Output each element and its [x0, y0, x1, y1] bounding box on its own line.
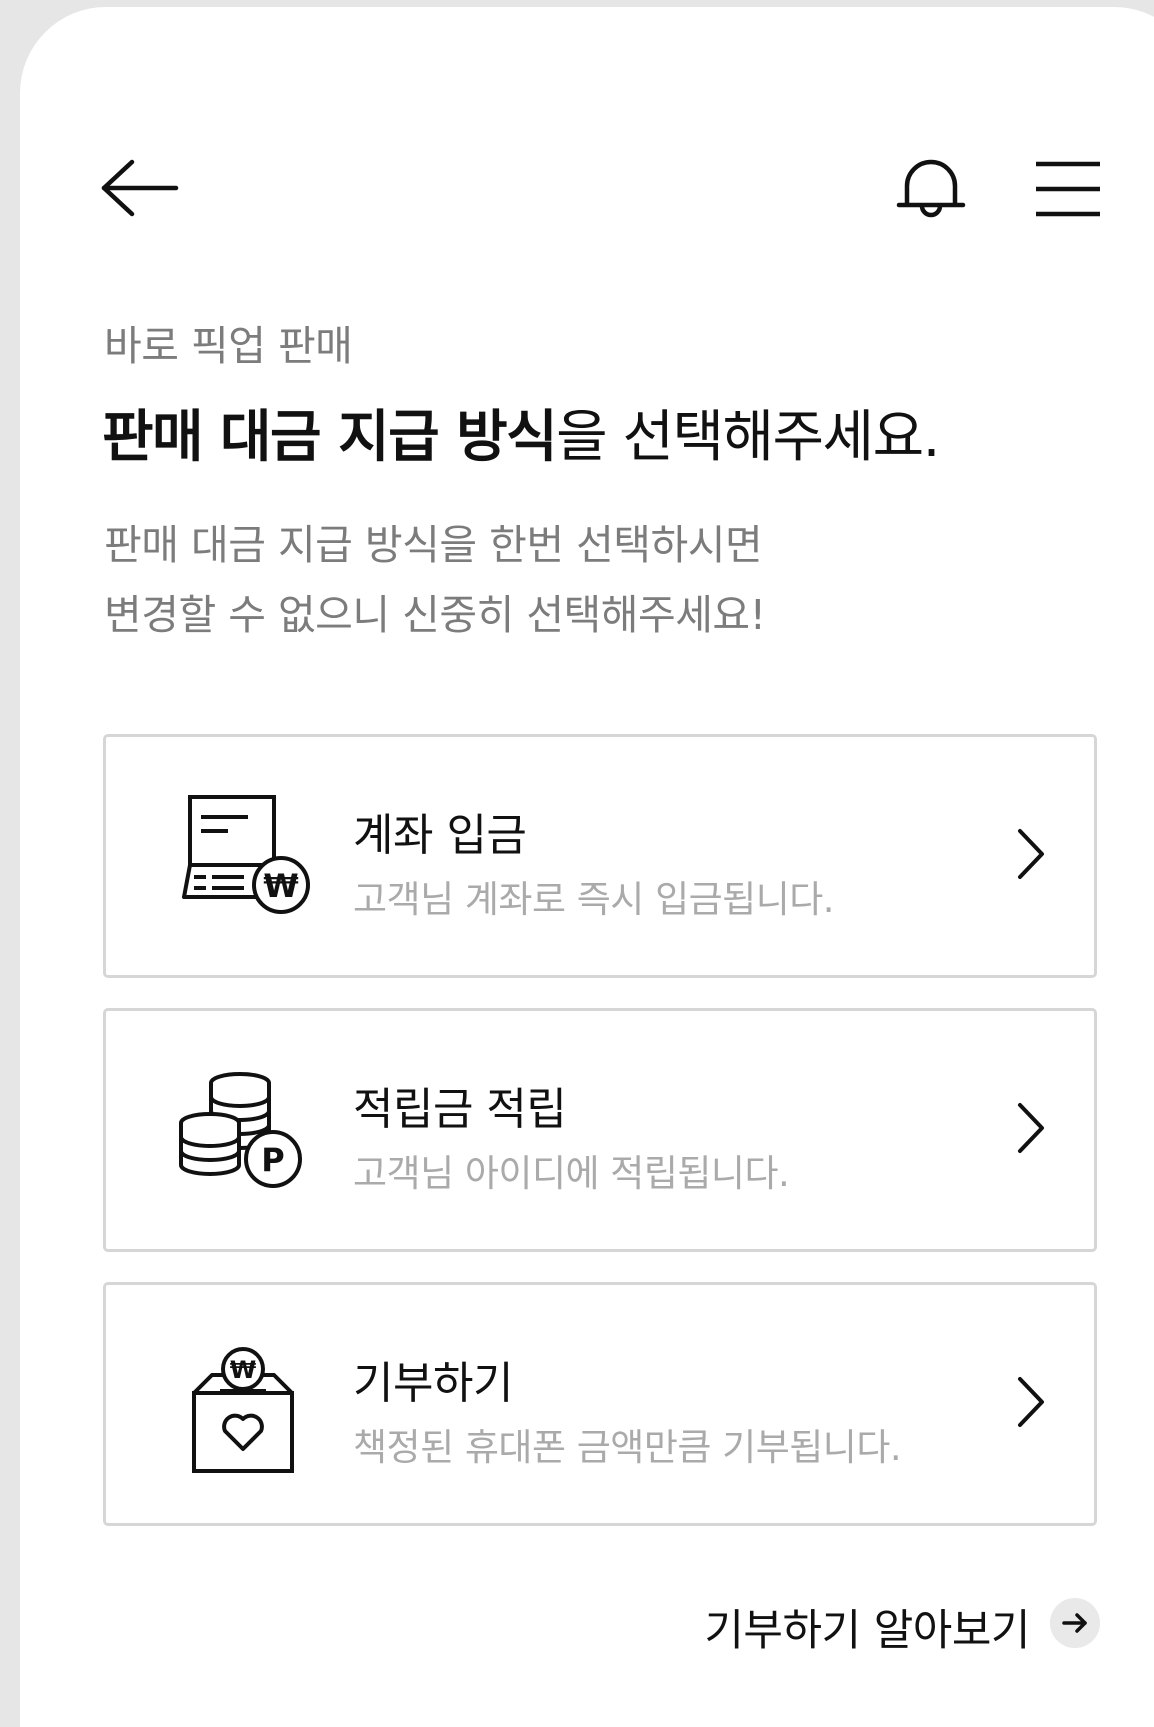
option-title: 적립금 적립	[353, 1084, 567, 1135]
bank-transfer-icon: ₩	[182, 795, 310, 914]
page-title: 판매 대금 지급 방식을 선택해주세요.	[102, 402, 940, 474]
won-badge: ₩	[230, 1356, 257, 1384]
option-subtitle: 책정된 휴대폰 금액만큼 기부됩니다.	[353, 1426, 902, 1469]
description-line-2: 변경할 수 없으니 신중히 선택해주세요!	[104, 591, 766, 639]
page-title-emphasis: 판매 대금 지급 방식	[102, 405, 558, 470]
option-bank-transfer[interactable]: ₩ 계좌 입금 고객님 계좌로 즉시 입금됩니다.	[103, 734, 1097, 978]
back-arrow-icon[interactable]	[100, 158, 180, 218]
page-title-rest: 을 선택해주세요.	[556, 405, 940, 470]
description-line-1: 판매 대금 지급 방식을 한번 선택하시면	[104, 521, 763, 569]
learn-more-label: 기부하기 알아보기	[704, 1606, 1030, 1656]
chevron-right-icon	[1018, 829, 1044, 879]
option-title: 계좌 입금	[353, 810, 527, 861]
points-badge: P	[261, 1141, 284, 1179]
hamburger-menu-icon[interactable]	[1034, 160, 1102, 218]
chevron-right-icon	[1018, 1377, 1044, 1427]
option-points[interactable]: P 적립금 적립 고객님 아이디에 적립됩니다.	[103, 1008, 1097, 1252]
donation-learn-more-link[interactable]: 기부하기 알아보기	[700, 1594, 1100, 1656]
won-badge: ₩	[263, 867, 298, 905]
arrow-right-icon	[1050, 1598, 1100, 1648]
donation-box-icon: ₩	[192, 1347, 294, 1473]
option-subtitle: 고객님 계좌로 즉시 입금됩니다.	[353, 878, 835, 921]
chevron-right-icon	[1018, 1103, 1044, 1153]
bell-icon[interactable]	[895, 152, 967, 224]
option-subtitle: 고객님 아이디에 적립됩니다.	[353, 1152, 790, 1195]
option-title: 기부하기	[353, 1358, 513, 1409]
page-description: 판매 대금 지급 방식을 한번 선택하시면 변경할 수 없으니 신중히 선택해주…	[104, 510, 766, 650]
coin-points-icon: P	[179, 1072, 302, 1188]
page-subtitle: 바로 픽업 판매	[104, 322, 353, 370]
option-donation[interactable]: ₩ 기부하기 책정된 휴대폰 금액만큼 기부됩니다.	[103, 1282, 1097, 1526]
